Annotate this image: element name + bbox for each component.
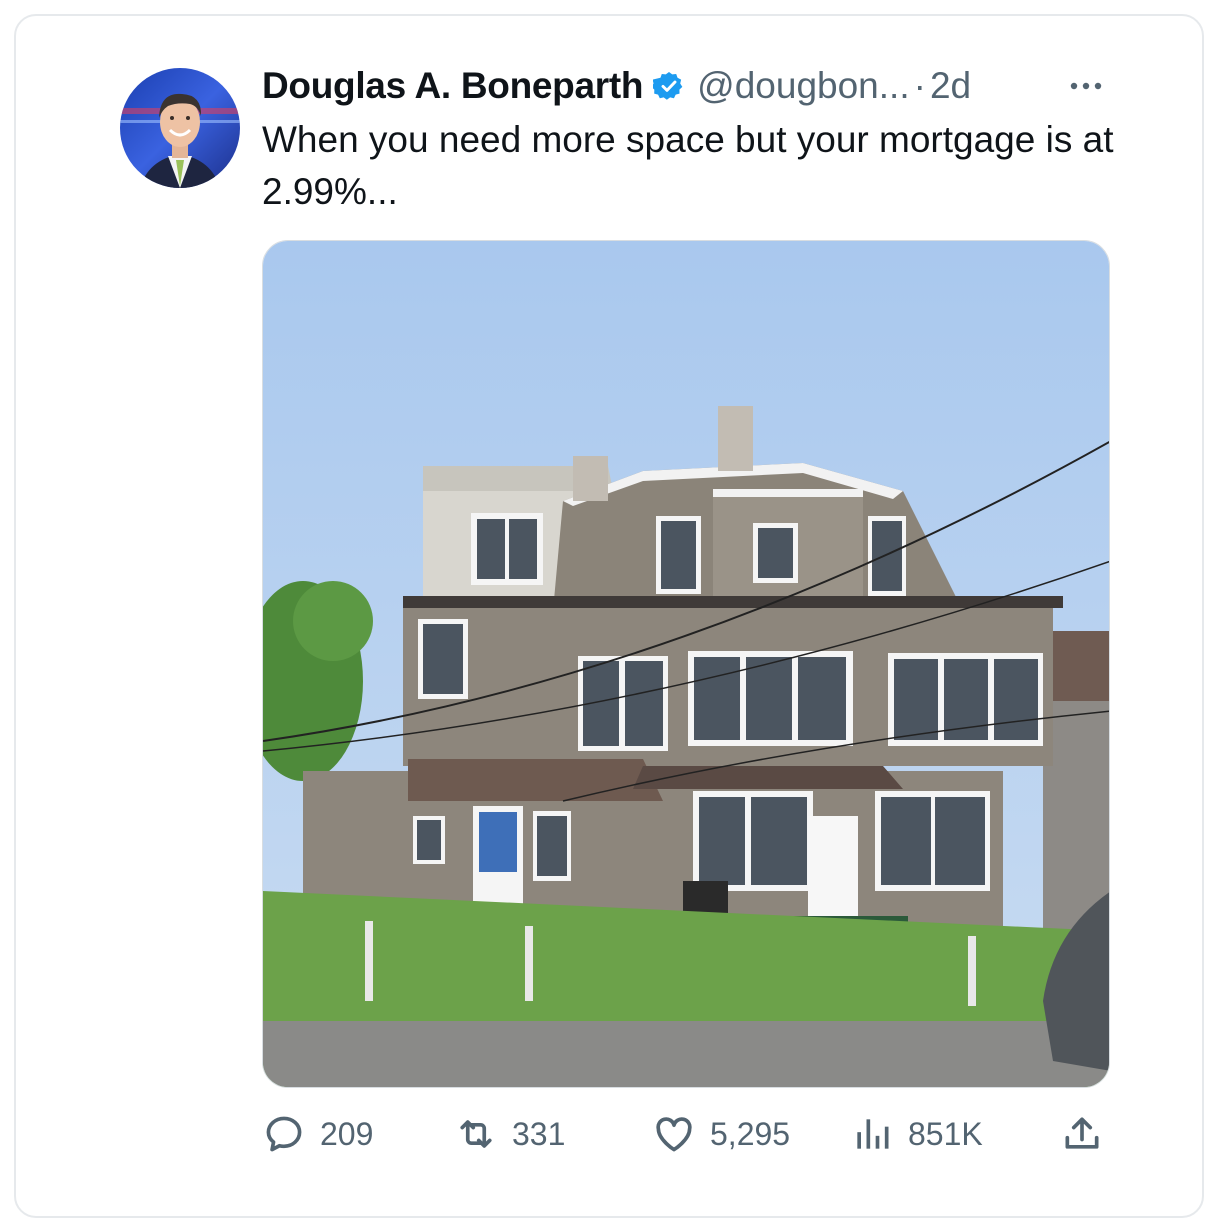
views-button[interactable]: 851K (850, 1108, 983, 1160)
like-count: 5,295 (710, 1115, 791, 1152)
tweet-header: Douglas A. Boneparth @dougbon... · 2d (262, 62, 1112, 110)
reply-count: 209 (320, 1115, 374, 1152)
reply-button[interactable]: 209 (262, 1108, 373, 1160)
repost-icon (454, 1112, 498, 1156)
repost-button[interactable]: 331 (454, 1108, 565, 1160)
reply-icon (262, 1112, 306, 1156)
share-icon (1060, 1112, 1104, 1156)
tweet-photo[interactable] (262, 240, 1110, 1088)
author-name[interactable]: Douglas A. Boneparth (262, 65, 643, 107)
verified-badge-icon (651, 70, 685, 102)
tweet-text: When you need more space but your mortga… (262, 119, 1114, 212)
repost-count: 331 (512, 1115, 566, 1152)
share-button[interactable] (1060, 1108, 1104, 1160)
more-icon[interactable] (1066, 68, 1106, 104)
like-icon (652, 1112, 696, 1156)
author-handle[interactable]: @dougbon... (697, 65, 909, 107)
tweet-actions: 209 331 5,295 851K (262, 1108, 1110, 1160)
timestamp[interactable]: 2d (930, 65, 971, 107)
separator-dot: · (913, 65, 926, 106)
like-button[interactable]: 5,295 (652, 1108, 790, 1160)
views-icon (850, 1112, 894, 1156)
avatar[interactable] (120, 68, 240, 188)
views-count: 851K (908, 1115, 983, 1152)
